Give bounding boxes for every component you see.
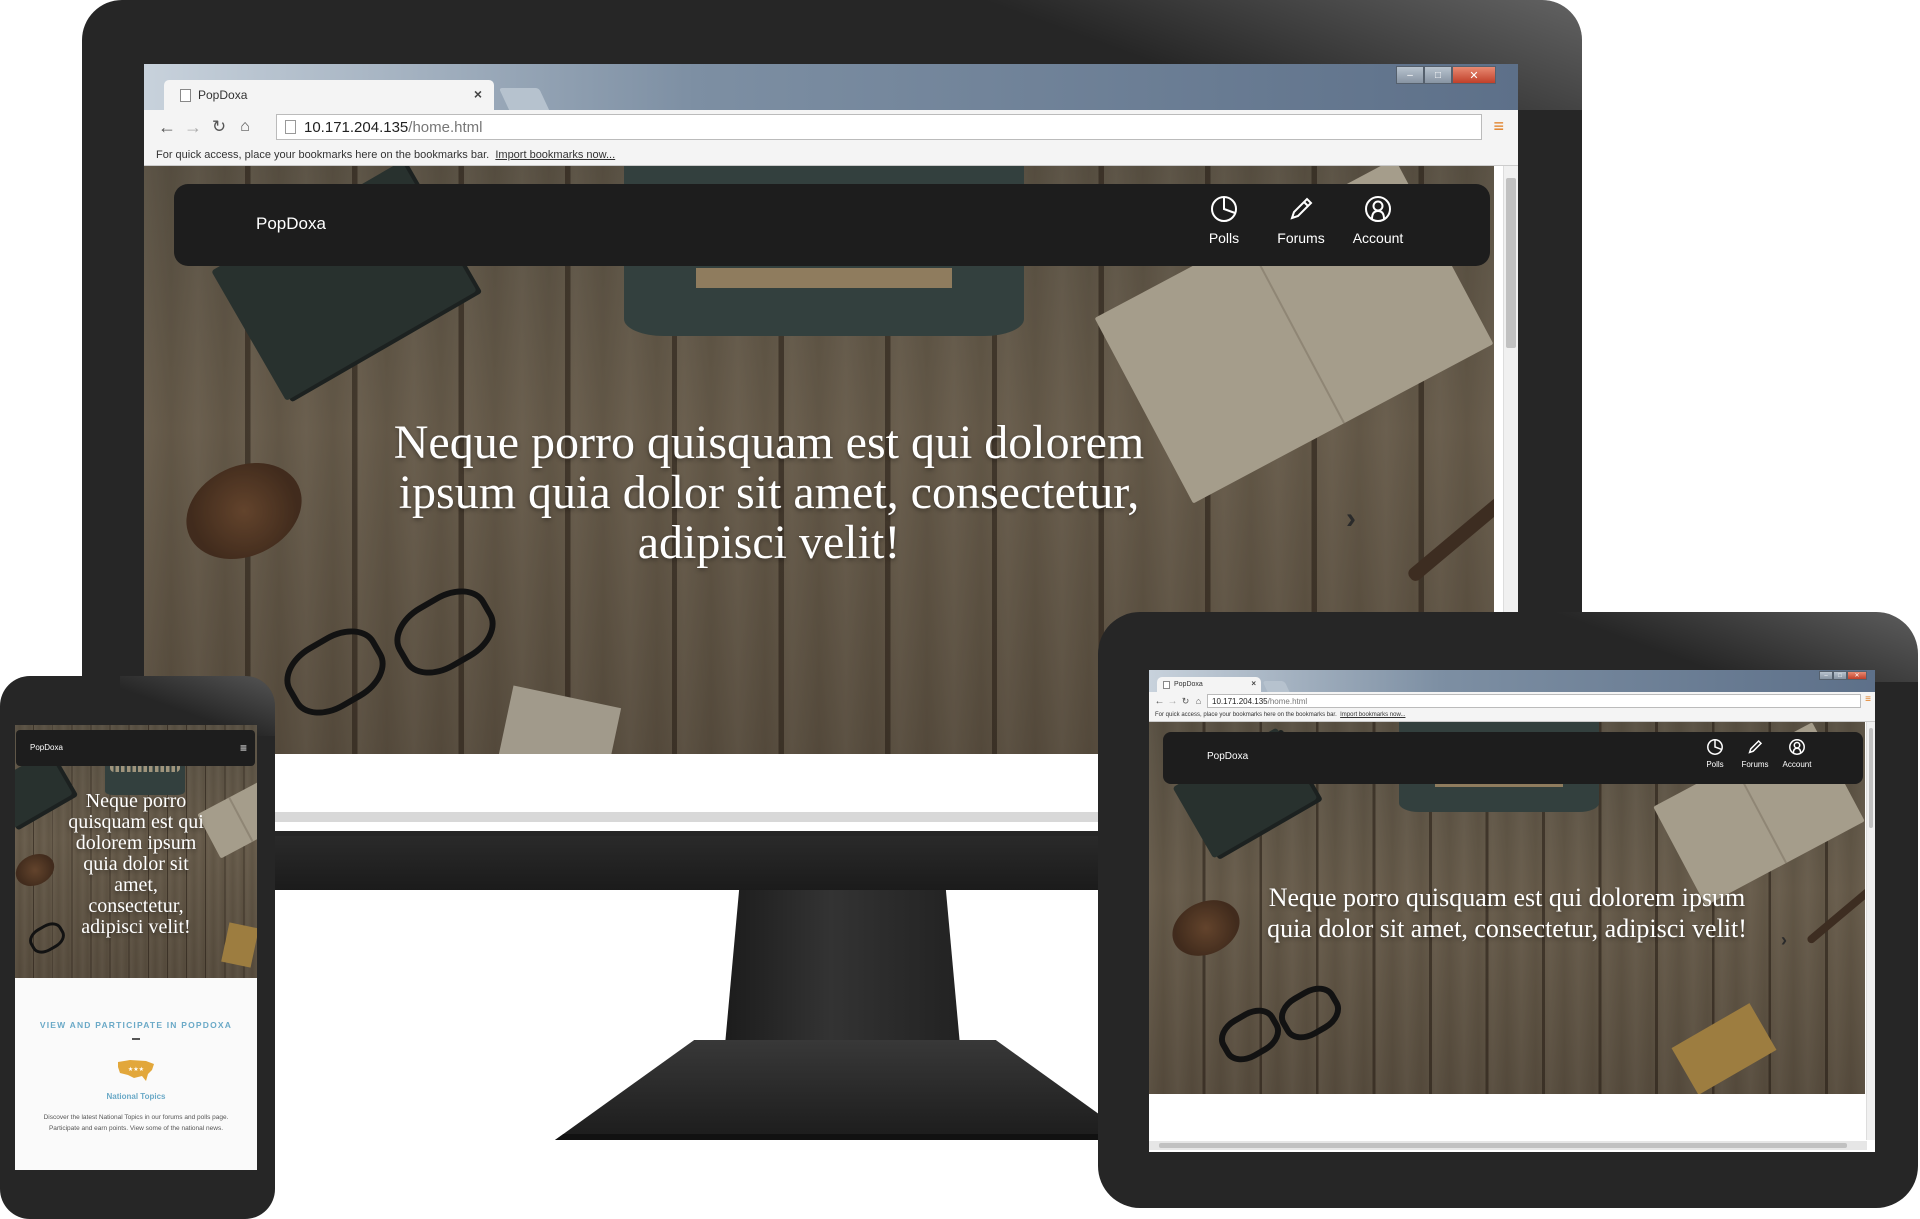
site-brand[interactable]: PopDoxa [30, 743, 63, 752]
window-controls: – □ ✕ [1819, 671, 1867, 680]
monitor-stand-base [555, 1040, 1135, 1140]
slider-next-arrow-icon[interactable]: › [1346, 502, 1356, 536]
user-icon [1365, 196, 1391, 222]
page-viewport: Neque porro quisquam est qui dolorem ips… [1149, 722, 1875, 1152]
topic-description: Discover the latest National Topics in o… [43, 1114, 229, 1132]
window-controls: – □ ✕ [1396, 66, 1496, 84]
browser-tab[interactable]: PopDoxa × [164, 80, 494, 110]
home-icon[interactable]: ⌂ [232, 118, 258, 136]
nav-polls-label: Polls [1208, 230, 1240, 246]
nav-forums[interactable]: Forums [1735, 738, 1775, 769]
site-navbar: PopDoxa Polls Forums Account [1163, 732, 1863, 784]
maximize-icon[interactable]: □ [1424, 66, 1452, 84]
import-bookmarks-link[interactable]: Import bookmarks now... [495, 149, 615, 161]
section-divider [132, 1038, 140, 1040]
nav-polls-label: Polls [1706, 760, 1724, 769]
tablet-browser-window: PopDoxa × – □ ✕ ← → ↻ ⌂ 10.171.204.135/h… [1149, 670, 1875, 1152]
pencil-icon [1748, 739, 1763, 754]
nav-account-label: Account [1352, 230, 1404, 246]
forward-arrow-icon[interactable]: → [1166, 696, 1179, 707]
site-brand[interactable]: PopDoxa [256, 214, 326, 234]
hero-headline: Neque porro quisquam est qui dolorem ips… [1267, 883, 1747, 943]
import-bookmarks-link[interactable]: Import bookmarks now... [1340, 712, 1405, 718]
page-icon [180, 88, 191, 102]
pie-chart-icon [1211, 196, 1237, 222]
tab-title: PopDoxa [1174, 681, 1203, 688]
tab-close-icon[interactable]: × [474, 86, 482, 102]
topic-title[interactable]: National Topics [15, 1092, 257, 1101]
hamburger-menu-icon[interactable]: ≡ [240, 741, 247, 755]
page-icon [285, 120, 296, 134]
url-path: /home.html [408, 118, 483, 136]
bookmarks-hint: For quick access, place your bookmarks h… [1155, 712, 1337, 718]
hero-headline: Neque porro quisquam est qui dolorem ips… [393, 416, 1145, 569]
url-host: 10.171.204.135 [304, 118, 409, 136]
nav-polls[interactable]: Polls [1194, 194, 1254, 246]
close-icon[interactable]: ✕ [1452, 66, 1496, 84]
minimize-icon[interactable]: – [1819, 671, 1833, 680]
site-navbar: PopDoxa ≡ [16, 730, 255, 766]
forward-arrow-icon[interactable]: → [180, 117, 206, 138]
maximize-icon[interactable]: □ [1833, 671, 1847, 680]
menu-icon[interactable]: ≡ [1493, 116, 1504, 137]
site-navbar: PopDoxa Polls Forums Account [174, 184, 1490, 266]
nav-account[interactable]: Account [1340, 194, 1416, 246]
bookmarks-hint: For quick access, place your bookmarks h… [156, 149, 490, 161]
minimize-icon[interactable]: – [1396, 66, 1424, 84]
slider-next-arrow-icon[interactable]: › [1781, 930, 1787, 951]
bookmarks-bar: For quick access, place your bookmarks h… [144, 144, 1518, 166]
bookmarks-bar: For quick access, place your bookmarks h… [1149, 710, 1875, 722]
nav-polls[interactable]: Polls [1697, 738, 1733, 769]
svg-text:★★★: ★★★ [128, 1066, 144, 1073]
nav-account-label: Account [1782, 760, 1812, 769]
section-title: VIEW AND PARTICIPATE IN POPDOXA [39, 1020, 233, 1030]
new-tab-button[interactable] [1262, 681, 1290, 692]
close-icon[interactable]: ✕ [1847, 671, 1867, 680]
nav-forums-label: Forums [1277, 230, 1325, 246]
pie-chart-icon [1707, 739, 1723, 755]
back-arrow-icon[interactable]: ← [1153, 696, 1166, 707]
tab-close-icon[interactable]: × [1251, 679, 1256, 688]
features-section: VIEW AND PARTICIPATE IN POPDOXA ★★★ Nati… [15, 978, 257, 1170]
reload-icon[interactable]: ↻ [206, 117, 232, 137]
url-host: 10.171.204.135 [1212, 696, 1268, 706]
browser-tab[interactable]: PopDoxa × [1157, 677, 1261, 692]
back-arrow-icon[interactable]: ← [154, 117, 180, 138]
phone-browser-viewport: Neque porro quisquam est qui dolorem ips… [15, 725, 257, 1170]
user-icon [1789, 739, 1805, 755]
site-brand[interactable]: PopDoxa [1207, 751, 1248, 762]
page-scrollbar[interactable] [1866, 722, 1875, 1140]
horizontal-scrollbar[interactable] [1149, 1141, 1867, 1150]
nav-account[interactable]: Account [1775, 738, 1819, 769]
url-path: /home.html [1267, 696, 1308, 706]
reload-icon[interactable]: ↻ [1179, 696, 1192, 707]
nav-forums[interactable]: Forums [1266, 194, 1336, 246]
usa-map-icon: ★★★ [118, 1060, 154, 1081]
address-bar[interactable]: 10.171.204.135/home.html [276, 114, 1482, 140]
hero-headline: Neque porro quisquam est qui dolorem ips… [68, 790, 204, 938]
monitor-stand-neck [725, 890, 960, 1045]
home-icon[interactable]: ⌂ [1192, 696, 1205, 706]
tab-title: PopDoxa [198, 88, 248, 102]
menu-icon[interactable]: ≡ [1865, 694, 1871, 705]
nav-forums-label: Forums [1741, 760, 1769, 769]
pencil-icon [1290, 197, 1313, 220]
address-bar[interactable]: 10.171.204.135/home.html [1207, 694, 1861, 708]
page-icon [1163, 680, 1170, 689]
